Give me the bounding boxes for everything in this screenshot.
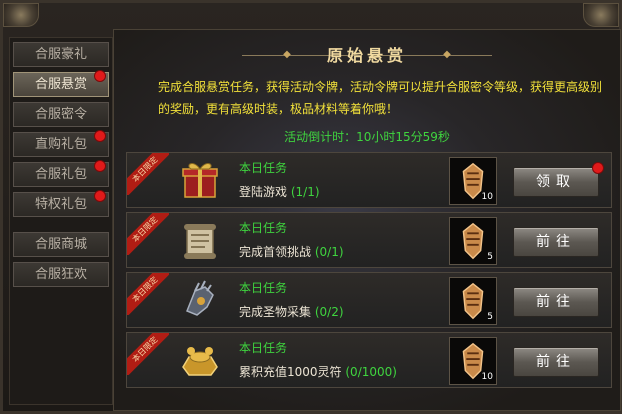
button-label: 前往: [536, 234, 576, 250]
panel-header: ◆ ◆ 原始悬赏: [114, 44, 620, 68]
claim-button[interactable]: 领取: [513, 162, 604, 197]
reward-slot[interactable]: 5: [449, 277, 497, 325]
notification-dot-icon: [94, 160, 106, 172]
panel-title: 原始悬赏: [326, 46, 407, 65]
task-kind: 本日任务: [239, 281, 288, 295]
go-button[interactable]: 前往: [513, 227, 599, 257]
daily-limited-ribbon: 本日限定: [127, 213, 169, 255]
reward-count: 10: [481, 192, 493, 202]
tab-label: 合服礼包: [34, 167, 87, 182]
panel-description: 完成合服悬赏任务，获得活动令牌，活动令牌可以提升合服密令等级，获得更高级别的奖励…: [158, 80, 603, 116]
task-kind: 本日任务: [239, 221, 288, 235]
ribbon-label: 本日限定: [127, 153, 169, 195]
gold-ingot-icon: [182, 347, 218, 376]
tab-tequan-libao[interactable]: 特权礼包: [13, 190, 109, 217]
reward-slot[interactable]: 10: [449, 337, 497, 385]
reward-count: 10: [481, 372, 493, 382]
task-progress: (0/1000): [345, 365, 397, 379]
button-label: 前往: [536, 294, 576, 310]
tab-label: 合服豪礼: [34, 47, 87, 62]
tab-label: 特权礼包: [34, 197, 87, 212]
task-description: 完成圣物采集 (0/2): [239, 303, 344, 320]
tab-label: 合服密令: [34, 107, 87, 122]
scroll-icon: [184, 224, 216, 259]
corner-ornament-icon: [3, 3, 39, 27]
task-row: 本日限定 本日任务 完成首领挑战 (0/1) 5 前往: [126, 212, 612, 268]
tab-hefu-kuanghuan[interactable]: 合服狂欢: [13, 262, 109, 287]
notification-dot-icon: [592, 162, 604, 174]
diamond-ornament-icon: ◆: [443, 49, 451, 60]
tab-hefu-shangcheng[interactable]: 合服商城: [13, 232, 109, 257]
corner-ornament-icon: [583, 3, 619, 27]
task-kind: 本日任务: [239, 161, 288, 175]
window-frame: 合服豪礼 合服悬赏 合服密令 直购礼包 合服礼包 特权礼包 合服商城 合服狂欢 …: [0, 0, 622, 414]
bounty-panel: ◆ ◆ 原始悬赏 完成合服悬赏任务，获得活动令牌，活动令牌可以提升合服密令等级，…: [113, 29, 621, 411]
tab-zhigou-libao[interactable]: 直购礼包: [13, 130, 109, 157]
go-button[interactable]: 前往: [513, 347, 599, 377]
task-kind: 本日任务: [239, 341, 288, 355]
tab-hefu-miling[interactable]: 合服密令: [13, 102, 109, 127]
reward-slot[interactable]: 10: [449, 157, 497, 205]
tab-label: 直购礼包: [34, 137, 87, 152]
tab-hefu-libao[interactable]: 合服礼包: [13, 160, 109, 187]
event-countdown: 活动倒计时：10小时15分59秒: [284, 130, 450, 144]
task-row: 本日限定 本日任务 完成圣物采集 (0/2) 5 前往: [126, 272, 612, 328]
reward-count: 5: [487, 252, 493, 262]
task-progress: (0/2): [314, 305, 344, 319]
tab-label: 合服悬赏: [34, 77, 87, 92]
reward-slot[interactable]: 5: [449, 217, 497, 265]
task-row: 本日限定 本日任务 登陆游戏 (1/1) 10 领取: [126, 152, 612, 208]
diamond-ornament-icon: ◆: [283, 49, 291, 60]
button-label: 领取: [536, 174, 576, 190]
gauntlet-icon: [186, 280, 214, 316]
ribbon-label: 本日限定: [127, 333, 169, 375]
task-description: 完成首领挑战 (0/1): [239, 243, 344, 260]
notification-dot-icon: [94, 130, 106, 142]
notification-dot-icon: [94, 70, 106, 82]
tab-label: 合服商城: [34, 237, 87, 252]
task-row: 本日限定 本日任务 累积充值1000灵符 (0/1000) 10 前往: [126, 332, 612, 388]
ribbon-label: 本日限定: [127, 273, 169, 315]
ribbon-label: 本日限定: [127, 213, 169, 255]
notification-dot-icon: [94, 190, 106, 202]
gift-box-icon: [182, 163, 218, 198]
go-button[interactable]: 前往: [513, 287, 599, 317]
task-name: 登陆游戏: [239, 185, 288, 199]
reward-count: 5: [487, 312, 493, 322]
task-name: 完成首领挑战: [239, 245, 312, 259]
daily-limited-ribbon: 本日限定: [127, 273, 169, 315]
task-name: 完成圣物采集: [239, 305, 312, 319]
daily-limited-ribbon: 本日限定: [127, 153, 169, 195]
daily-limited-ribbon: 本日限定: [127, 333, 169, 375]
tab-label: 合服狂欢: [34, 267, 87, 282]
task-description: 累积充值1000灵符 (0/1000): [239, 363, 397, 380]
tab-hefu-haoli[interactable]: 合服豪礼: [13, 42, 109, 67]
sidebar: 合服豪礼 合服悬赏 合服密令 直购礼包 合服礼包 特权礼包 合服商城 合服狂欢: [9, 37, 113, 405]
task-name: 累积充值1000灵符: [239, 365, 342, 379]
button-label: 前往: [536, 354, 576, 370]
tab-hefu-xuanshang[interactable]: 合服悬赏: [13, 70, 109, 97]
task-progress: (0/1): [314, 245, 344, 259]
task-progress: (1/1): [290, 185, 320, 199]
task-description: 登陆游戏 (1/1): [239, 183, 320, 200]
